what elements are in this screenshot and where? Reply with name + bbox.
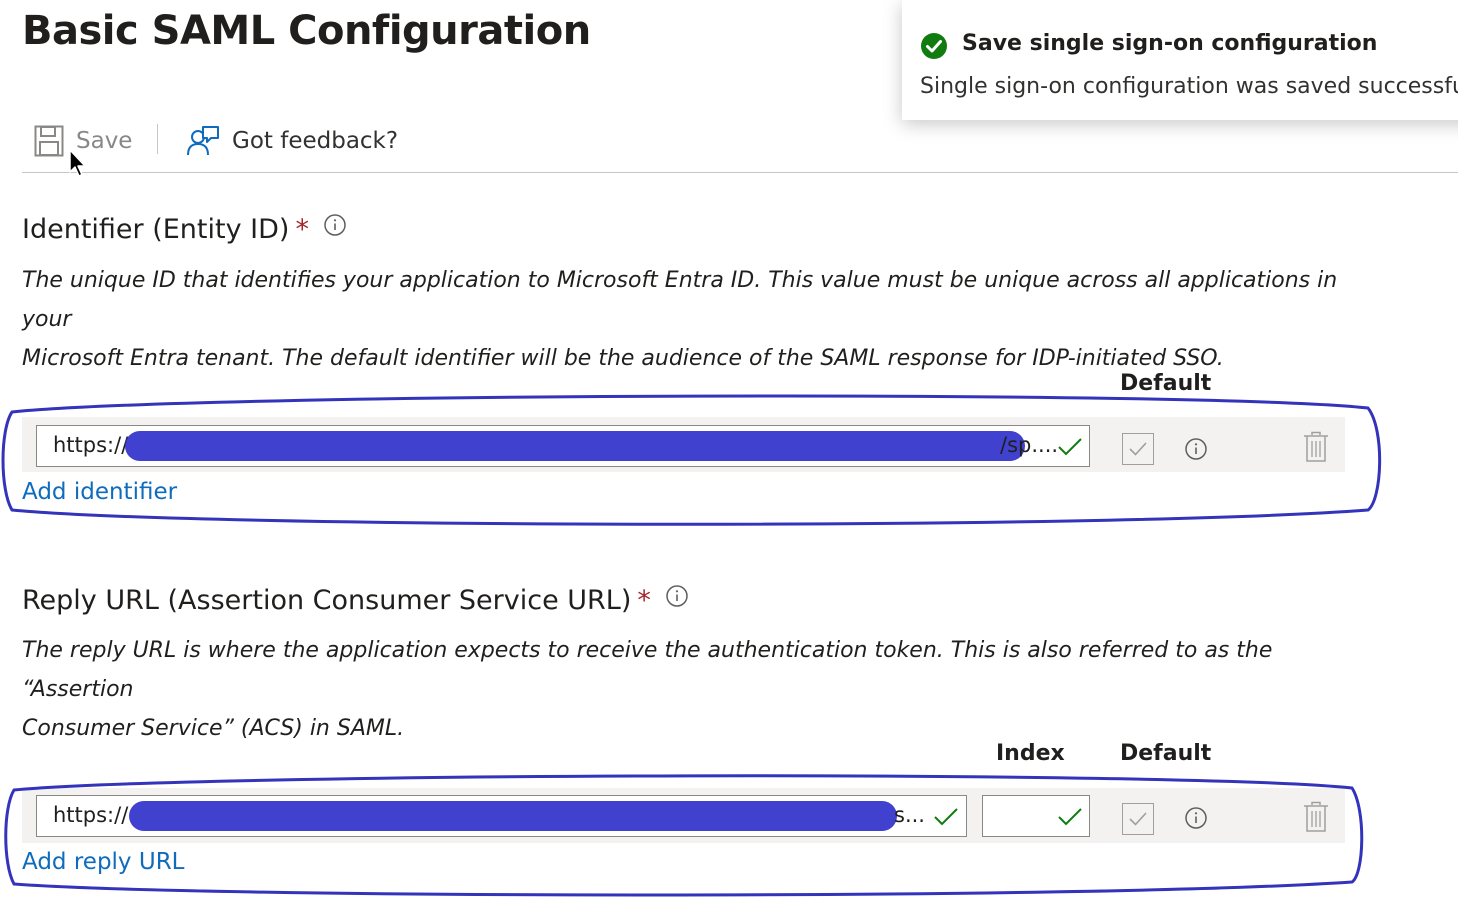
reply-url-value-prefix: https:// — [53, 803, 129, 827]
info-icon[interactable] — [665, 584, 689, 615]
checkmark-icon — [1129, 442, 1147, 456]
redaction-mark — [129, 801, 897, 831]
reply-url-default-checkbox[interactable] — [1122, 803, 1154, 835]
required-mark: * — [295, 214, 309, 245]
mouse-cursor-icon — [69, 149, 86, 177]
toolbar-divider — [157, 124, 158, 154]
feedback-label: Got feedback? — [232, 128, 399, 154]
identifier-input[interactable]: https:// /sp.... — [36, 425, 1090, 467]
notification-message: Single sign-on configuration was saved s… — [920, 74, 1458, 99]
add-identifier-link[interactable]: Add identifier — [22, 479, 177, 505]
add-reply-url-link[interactable]: Add reply URL — [22, 849, 184, 875]
valid-check-icon — [1058, 808, 1082, 826]
identifier-default-checkbox[interactable] — [1122, 433, 1154, 465]
success-check-icon — [921, 33, 947, 59]
reply-url-value-suffix: s... — [894, 803, 925, 827]
valid-check-icon — [1058, 438, 1082, 456]
index-column-header: Index — [996, 741, 1065, 766]
redaction-mark — [125, 431, 1025, 461]
reply-url-description: The reply URL is where the application e… — [22, 631, 1352, 748]
saml-config-page: Basic SAML Configuration Save Got feedba… — [0, 0, 1458, 924]
identifier-description: The unique ID that identifies your appli… — [22, 261, 1352, 378]
required-mark: * — [637, 585, 651, 616]
notification-toast[interactable]: Save single sign-on configuration Single… — [902, 0, 1458, 120]
info-icon[interactable] — [323, 213, 347, 244]
default-column-header: Default — [1120, 741, 1212, 766]
reply-url-description-line-1: The reply URL is where the application e… — [22, 638, 1273, 702]
notification-title: Save single sign-on configuration — [962, 31, 1378, 56]
identifier-value-suffix: /sp.... — [1000, 433, 1059, 457]
feedback-icon — [187, 126, 219, 156]
save-icon — [34, 125, 64, 157]
trash-icon[interactable] — [1303, 431, 1329, 463]
reply-url-section-title: Reply URL (Assertion Consumer Service UR… — [22, 585, 689, 616]
identifier-title-text: Identifier (Entity ID) — [22, 214, 290, 245]
reply-url-title-text: Reply URL (Assertion Consumer Service UR… — [22, 585, 632, 616]
info-icon[interactable] — [1184, 437, 1208, 461]
toolbar: Save Got feedback? — [22, 118, 1458, 173]
valid-check-icon — [934, 808, 958, 826]
reply-url-input[interactable]: https:// s... — [36, 795, 967, 837]
identifier-section-title: Identifier (Entity ID) * — [22, 214, 347, 245]
reply-url-index-input[interactable] — [982, 795, 1090, 837]
default-column-header: Default — [1120, 371, 1212, 396]
checkmark-icon — [1129, 812, 1147, 826]
feedback-button[interactable]: Got feedback? — [186, 118, 398, 164]
identifier-description-line-1: The unique ID that identifies your appli… — [22, 268, 1338, 332]
page-title: Basic SAML Configuration — [22, 8, 591, 54]
trash-icon[interactable] — [1303, 801, 1329, 833]
info-icon[interactable] — [1184, 806, 1208, 830]
identifier-value-prefix: https:// — [53, 433, 129, 457]
